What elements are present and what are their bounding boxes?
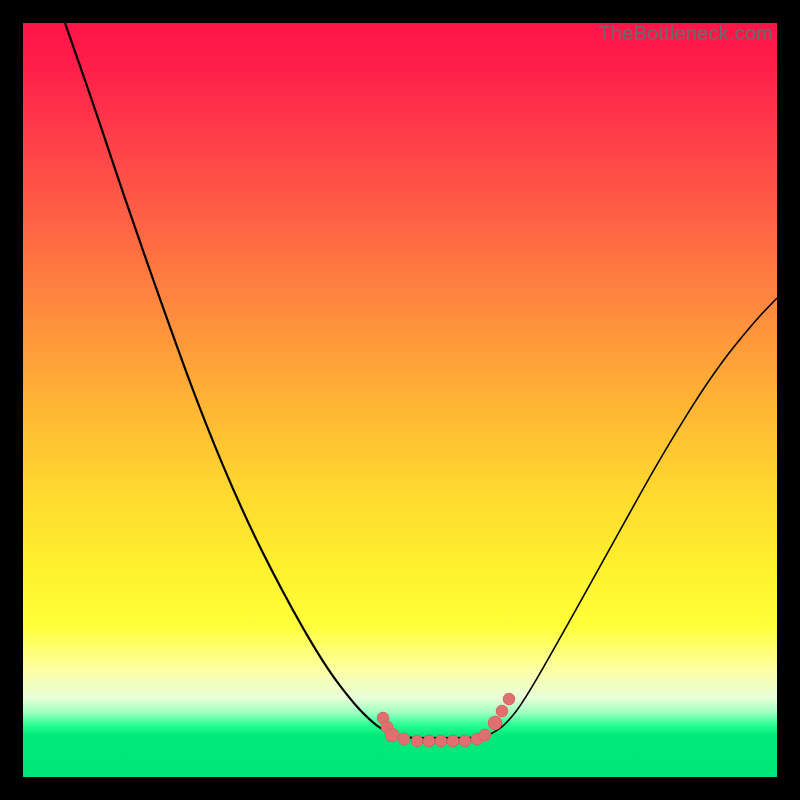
marker-dot bbox=[435, 735, 447, 747]
marker-dot bbox=[385, 728, 399, 742]
outer-black-frame: TheBottleneck.com bbox=[0, 0, 800, 800]
marker-dot bbox=[398, 733, 410, 745]
marker-dot bbox=[423, 735, 435, 747]
marker-dot bbox=[447, 735, 459, 747]
curve-left-branch bbox=[65, 23, 401, 737]
chart-svg bbox=[23, 23, 777, 777]
marker-dot bbox=[496, 705, 508, 717]
marker-dot bbox=[411, 735, 423, 747]
marker-dot bbox=[488, 716, 502, 730]
marker-dot bbox=[479, 729, 491, 741]
plot-area: TheBottleneck.com bbox=[23, 23, 777, 777]
marker-dot bbox=[459, 735, 471, 747]
marker-cluster bbox=[377, 693, 515, 747]
marker-dot bbox=[503, 693, 515, 705]
curve-right-branch bbox=[483, 298, 777, 737]
